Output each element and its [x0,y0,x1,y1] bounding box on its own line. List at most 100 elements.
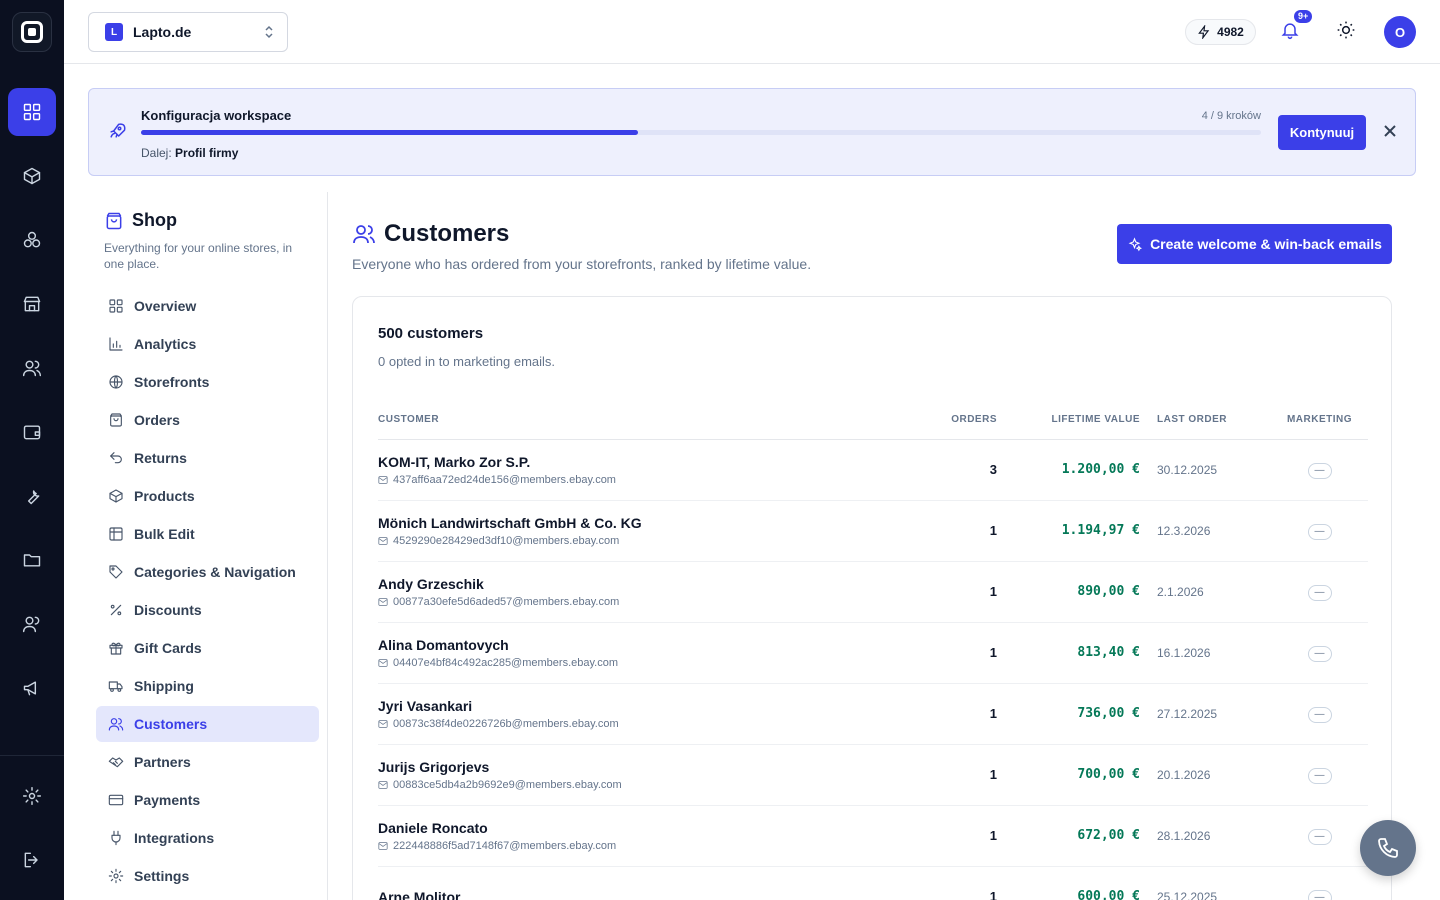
rail-store-button[interactable] [8,280,56,328]
nav-item-label: Settings [134,868,190,884]
setup-next-value: Profil firmy [175,146,239,160]
customer-email: 04407e4bf84c492ac285@members.ebay.com [378,657,798,669]
col-last-order[interactable]: Last order [1140,401,1271,440]
customer-name[interactable]: KOM-IT, Marko Zor S.P. [378,454,798,470]
create-emails-label: Create welcome & win-back emails [1150,236,1382,252]
marketing-cell: — [1271,622,1368,684]
notifications-button[interactable]: 9+ [1280,10,1313,44]
nav-item-categories-navigation[interactable]: Categories & Navigation [96,554,319,590]
workspace-switcher[interactable]: L Lapto.de [88,12,288,52]
orders-cell: 3 [798,439,997,501]
table-row[interactable]: Mönich Landwirtschaft GmbH & Co. KG 45292… [378,500,1368,562]
table-row[interactable]: Jurijs Grigorjevs 00883ce5db4a2b9692e9@me… [378,744,1368,806]
nav-item-analytics[interactable]: Analytics [96,326,319,362]
folder-icon [23,554,41,567]
col-customer[interactable]: Customer [378,401,798,440]
rail-files-button[interactable] [8,536,56,584]
nav-item-returns[interactable]: Returns [96,440,319,476]
nav-item-customers[interactable]: Customers [96,706,319,742]
table-row[interactable]: KOM-IT, Marko Zor S.P. 437aff6aa72ed24de1… [378,439,1368,501]
workspace-badge: L [105,23,123,41]
nav-item-payments[interactable]: Payments [96,782,319,818]
col-marketing[interactable]: Marketing [1271,401,1368,440]
table-header-row: Customer Orders Lifetime value Last orde… [378,401,1368,440]
nav-item-label: Orders [134,412,180,428]
customer-name[interactable]: Daniele Roncato [378,820,798,836]
col-orders[interactable]: Orders [798,401,997,440]
rail-dashboard-button[interactable] [8,88,56,136]
call-button[interactable] [1360,820,1416,876]
last-order-cell: 2.1.2026 [1140,561,1271,623]
customer-name[interactable]: Alina Domantovych [378,637,798,653]
customer-email: 00877a30efe5d6aded57@members.ebay.com [378,596,798,608]
customer-email: 437aff6aa72ed24de156@members.ebay.com [378,474,798,486]
megaphone-icon [23,681,37,696]
nav-item-orders[interactable]: Orders [96,402,319,438]
mail-icon [378,597,388,606]
table-row[interactable]: Andy Grzeschik 00877a30efe5d6aded57@membe… [378,561,1368,623]
top-bar: L Lapto.de 4982 9+ O [64,0,1440,64]
bell-icon [1281,23,1299,40]
setup-next-step: Dalej: Profil firmy [141,146,238,160]
continue-button[interactable]: Kontynuuj [1278,115,1366,150]
customer-name[interactable]: Mönich Landwirtschaft GmbH & Co. KG [378,515,798,531]
wallet-icon [23,425,41,440]
rail-settings-button[interactable] [8,772,56,820]
box-icon [109,489,123,503]
setup-title: Konfiguracja workspace [141,108,292,123]
rail-users-button[interactable] [8,344,56,392]
users-icon [22,360,42,377]
logout-icon [24,852,38,868]
nav-item-discounts[interactable]: Discounts [96,592,319,628]
page-subtitle: Everyone who has ordered from your store… [352,256,812,272]
table-row[interactable]: Arne Molitor 1 600,00 €25.12.2025 — [378,866,1368,900]
customer-email-text: 04407e4bf84c492ac285@members.ebay.com [393,656,618,669]
rail-wallet-button[interactable] [8,408,56,456]
table-row[interactable]: Alina Domantovych 04407e4bf84c492ac285@me… [378,622,1368,684]
user-avatar[interactable]: O [1384,16,1416,48]
customer-name[interactable]: Jyri Vasankari [378,698,798,714]
customer-name[interactable]: Jurijs Grigorjevs [378,759,798,775]
chevron-updown-icon [265,25,273,39]
optin-count: 0 opted in to marketing emails. [378,354,556,369]
wrench-icon [27,490,40,505]
nav-item-products[interactable]: Products [96,478,319,514]
col-lifetime-value[interactable]: Lifetime value [997,401,1140,440]
credits-badge[interactable]: 4982 [1185,19,1256,45]
orders-cell: 1 [798,866,997,900]
rail-marketing-button[interactable] [8,664,56,712]
nav-item-overview[interactable]: Overview [96,288,319,324]
rail-boxes-button[interactable] [8,216,56,264]
nav-item-settings[interactable]: Settings [96,858,319,894]
table-row[interactable]: Jyri Vasankari 00873c38f4de0226726b@membe… [378,683,1368,745]
create-emails-button[interactable]: Create welcome & win-back emails [1117,224,1392,264]
nav-item-shipping[interactable]: Shipping [96,668,319,704]
customer-name[interactable]: Andy Grzeschik [378,576,798,592]
nav-item-gift-cards[interactable]: Gift Cards [96,630,319,666]
nav-item-label: Shipping [134,678,194,694]
rail-logout-button[interactable] [8,836,56,884]
marketing-status-badge: — [1307,646,1332,662]
marketing-status-badge: — [1307,463,1332,479]
nav-item-storefronts[interactable]: Storefronts [96,364,319,400]
table-row[interactable]: Daniele Roncato 222448886f5ad7148f67@memb… [378,805,1368,867]
rail-tools-button[interactable] [8,472,56,520]
tag-icon [109,565,123,579]
rail-products-button[interactable] [8,152,56,200]
shop-nav: Overview Analytics Storefronts Orders Return… [96,288,319,896]
nav-item-partners[interactable]: Partners [96,744,319,780]
nav-item-integrations[interactable]: Integrations [96,820,319,856]
nav-item-label: Overview [134,298,197,314]
sun-icon [1337,21,1355,39]
marketing-status-badge: — [1307,524,1332,540]
last-order-cell: 28.1.2026 [1140,805,1271,867]
marketing-status-badge: — [1307,768,1332,784]
page-header: Customers Everyone who has ordered from … [352,220,811,272]
rail-team-button[interactable] [8,600,56,648]
close-banner-button[interactable] [1383,124,1399,140]
box-icon [23,167,41,185]
customer-name[interactable]: Arne Molitor [378,889,798,900]
app-logo[interactable] [12,12,52,52]
nav-item-bulk-edit[interactable]: Bulk Edit [96,516,319,552]
theme-toggle[interactable] [1336,20,1360,44]
